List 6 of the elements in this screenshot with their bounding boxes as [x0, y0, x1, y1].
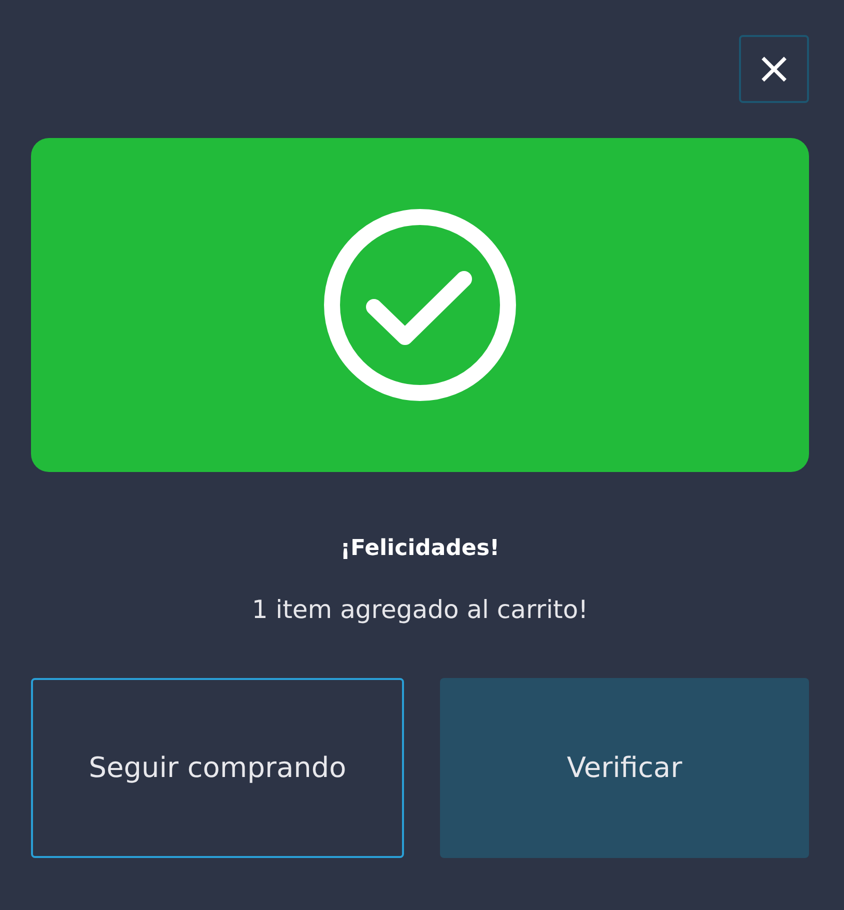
title: ¡Felicidades! [339, 536, 501, 561]
close-button[interactable]: × [739, 35, 809, 103]
check-circle-icon [322, 207, 518, 403]
checkout-button[interactable]: Verificar [440, 678, 809, 858]
continue-shopping-button[interactable]: Seguir comprando [31, 678, 404, 858]
message: 1 item agregado al carrito! [250, 595, 590, 624]
